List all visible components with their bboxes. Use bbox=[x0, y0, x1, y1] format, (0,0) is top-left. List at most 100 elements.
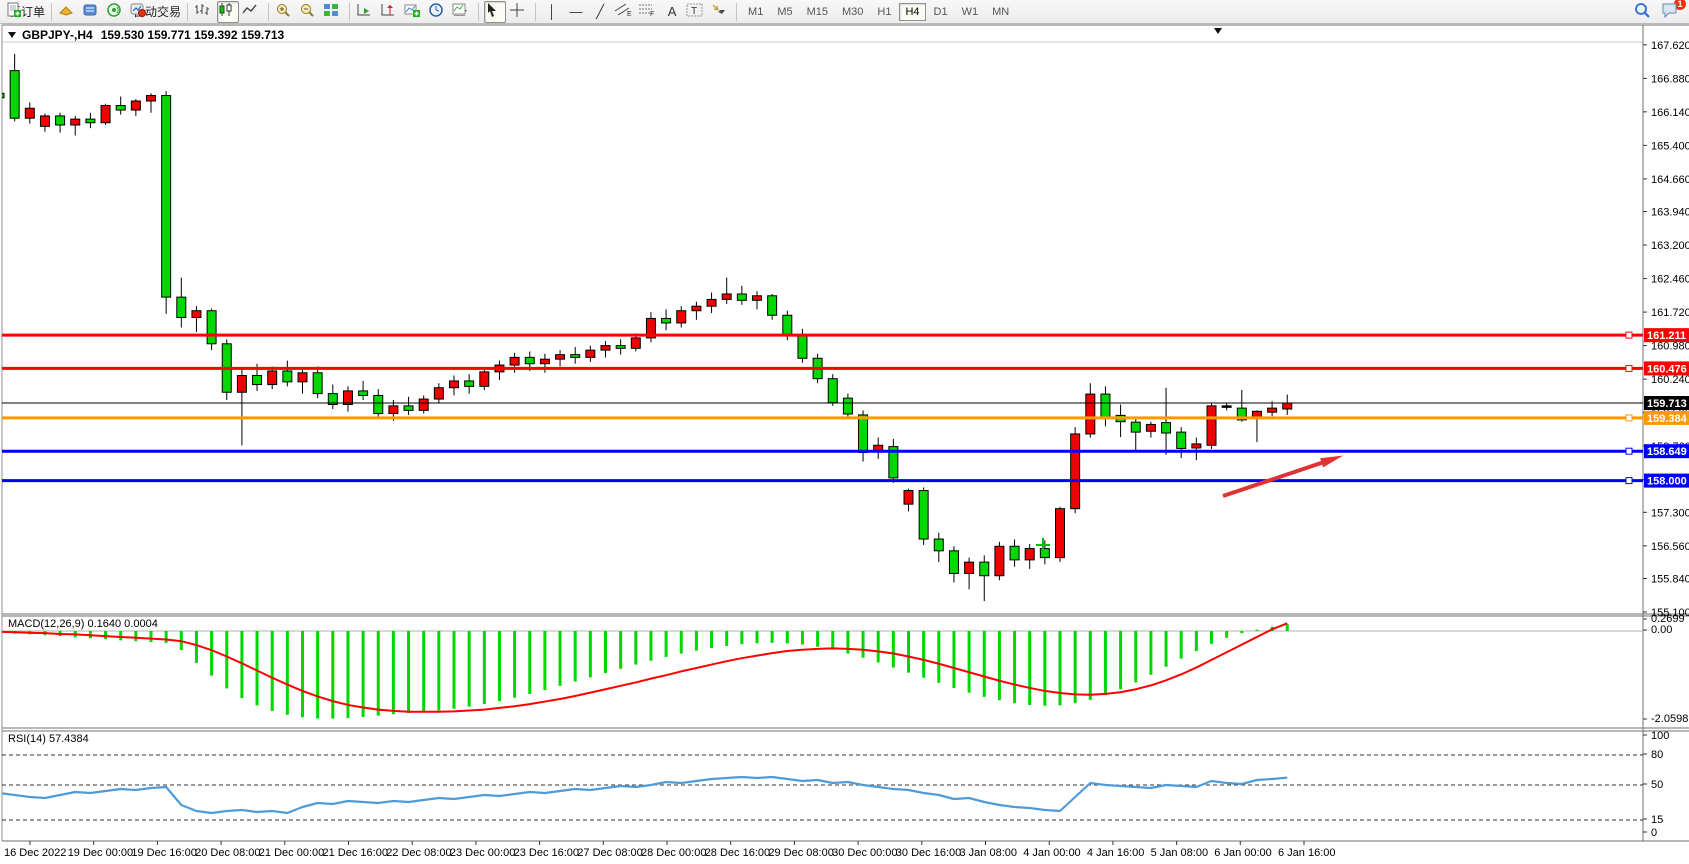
candlestick bbox=[298, 373, 307, 382]
price-tick-label: 160.980 bbox=[1651, 341, 1689, 353]
symbol-period-label: GBPJPY-,H4 bbox=[22, 28, 93, 42]
time-label: 29 Dec 08:00 bbox=[768, 847, 833, 859]
crosshair-icon bbox=[509, 2, 525, 18]
macd-axis-label: -2.0598 bbox=[1651, 713, 1688, 725]
candlestick bbox=[192, 311, 201, 318]
candlestick bbox=[949, 551, 958, 574]
candlestick bbox=[662, 318, 671, 323]
strategy-tester-button[interactable] bbox=[105, 1, 127, 23]
candlestick bbox=[1025, 549, 1034, 560]
rsi-axis-label: 100 bbox=[1651, 730, 1669, 742]
line-handle[interactable] bbox=[1626, 448, 1632, 454]
price-tick-label: 164.660 bbox=[1651, 174, 1689, 186]
cursor-icon bbox=[485, 2, 499, 17]
search-button[interactable] bbox=[1633, 1, 1655, 23]
timeframe-m5[interactable]: M5 bbox=[771, 3, 798, 21]
time-label: 3 Jan 08:00 bbox=[960, 847, 1018, 859]
tile-windows-button[interactable] bbox=[322, 1, 344, 23]
price-tick-label: 155.840 bbox=[1651, 573, 1689, 585]
candlestick bbox=[540, 359, 549, 364]
time-label: 20 Dec 08:00 bbox=[195, 847, 260, 859]
fibonacci-button[interactable]: F bbox=[637, 1, 659, 23]
autotrading-button[interactable]: 自动交易 bbox=[129, 1, 182, 23]
price-tick-label: 163.940 bbox=[1651, 207, 1689, 219]
periods-button[interactable] bbox=[427, 1, 449, 23]
timeframe-mn[interactable]: MN bbox=[986, 3, 1015, 21]
time-label: 19 Dec 00:00 bbox=[68, 847, 133, 859]
arrow-annotation[interactable] bbox=[1223, 460, 1330, 496]
macd-axis-label: 0.00 bbox=[1651, 624, 1672, 636]
text-button[interactable]: A bbox=[661, 1, 683, 23]
candlestick bbox=[1146, 424, 1155, 431]
timeframe-m15[interactable]: M15 bbox=[801, 3, 834, 21]
notifications-button[interactable]: 1 bbox=[1660, 1, 1682, 23]
indicators-button[interactable] bbox=[403, 1, 425, 23]
auto-scroll-button[interactable] bbox=[355, 1, 377, 23]
candlestick bbox=[510, 357, 519, 365]
zoom-in-button[interactable] bbox=[274, 1, 296, 23]
line-handle[interactable] bbox=[1626, 332, 1632, 338]
line-chart-button[interactable] bbox=[241, 1, 263, 23]
candlestick bbox=[783, 315, 792, 335]
price-tick-label: 167.620 bbox=[1651, 40, 1689, 52]
time-label: 21 Dec 16:00 bbox=[323, 847, 388, 859]
arrows-button[interactable] bbox=[709, 1, 731, 23]
trendline-button[interactable]: ╱ bbox=[589, 1, 611, 23]
timeframe-h1[interactable]: H1 bbox=[871, 3, 897, 21]
price-tick-label: 166.880 bbox=[1651, 73, 1689, 85]
candlestick bbox=[934, 539, 943, 551]
timeframe-m30[interactable]: M30 bbox=[836, 3, 869, 21]
timeframe-m1[interactable]: M1 bbox=[742, 3, 769, 21]
candlestick bbox=[147, 96, 156, 101]
line-handle[interactable] bbox=[1626, 478, 1632, 484]
macd-values: 0.1640 0.0004 bbox=[87, 618, 157, 630]
candlestick bbox=[268, 371, 277, 385]
arrow-annotation-head[interactable] bbox=[1320, 456, 1343, 468]
line-handle[interactable] bbox=[1626, 415, 1632, 421]
timeframe-w1[interactable]: W1 bbox=[956, 3, 985, 21]
candlestick bbox=[904, 491, 913, 505]
new-order-button[interactable]: 新订单 bbox=[5, 1, 46, 23]
candlestick bbox=[965, 562, 974, 573]
separator bbox=[51, 3, 52, 21]
candlestick-chart-icon bbox=[218, 2, 233, 17]
equidistant-channel-button[interactable]: E bbox=[613, 1, 635, 23]
bar-chart-button[interactable] bbox=[193, 1, 215, 23]
candlestick bbox=[56, 116, 65, 125]
price-tick-label: 161.720 bbox=[1651, 307, 1689, 319]
candlestick bbox=[556, 355, 565, 360]
chart-shift-button[interactable] bbox=[379, 1, 401, 23]
candlestick bbox=[207, 311, 216, 344]
one-click-trading-arrow-icon[interactable] bbox=[8, 32, 16, 38]
price-tick-label: 162.460 bbox=[1651, 274, 1689, 286]
vertical-line-button[interactable]: │ bbox=[541, 1, 563, 23]
market-watch-button[interactable] bbox=[57, 1, 79, 23]
candlestick bbox=[586, 350, 595, 357]
candlestick bbox=[0, 93, 4, 98]
tile-windows-icon bbox=[323, 2, 339, 18]
horizontal-line-button[interactable]: — bbox=[565, 1, 587, 23]
candlestick bbox=[313, 373, 322, 394]
data-window-button[interactable] bbox=[81, 1, 103, 23]
zoom-out-button[interactable] bbox=[298, 1, 320, 23]
line-handle[interactable] bbox=[1626, 365, 1632, 371]
cursor-button[interactable] bbox=[484, 1, 506, 23]
candlestick-chart-button[interactable] bbox=[217, 1, 239, 23]
separator bbox=[535, 3, 536, 21]
templates-button[interactable] bbox=[451, 1, 473, 23]
chart-menu-arrow-icon[interactable] bbox=[1214, 28, 1222, 34]
timeframe-d1[interactable]: D1 bbox=[928, 3, 954, 21]
timeframe-h4[interactable]: H4 bbox=[899, 3, 925, 21]
bar-chart-icon bbox=[194, 2, 209, 17]
candlestick bbox=[131, 101, 140, 110]
candlestick bbox=[162, 96, 171, 298]
crosshair-button[interactable] bbox=[508, 1, 530, 23]
candlestick bbox=[919, 491, 928, 539]
price-tick-label: 165.400 bbox=[1651, 140, 1689, 152]
chart-canvas[interactable]: 167.620166.880166.140165.400164.660163.9… bbox=[0, 0, 1689, 864]
time-label: 28 Dec 00:00 bbox=[641, 847, 706, 859]
autotrading-icon bbox=[130, 2, 146, 18]
text-label-button[interactable]: T bbox=[685, 1, 707, 23]
candlestick bbox=[237, 376, 246, 393]
candlestick bbox=[980, 562, 989, 576]
